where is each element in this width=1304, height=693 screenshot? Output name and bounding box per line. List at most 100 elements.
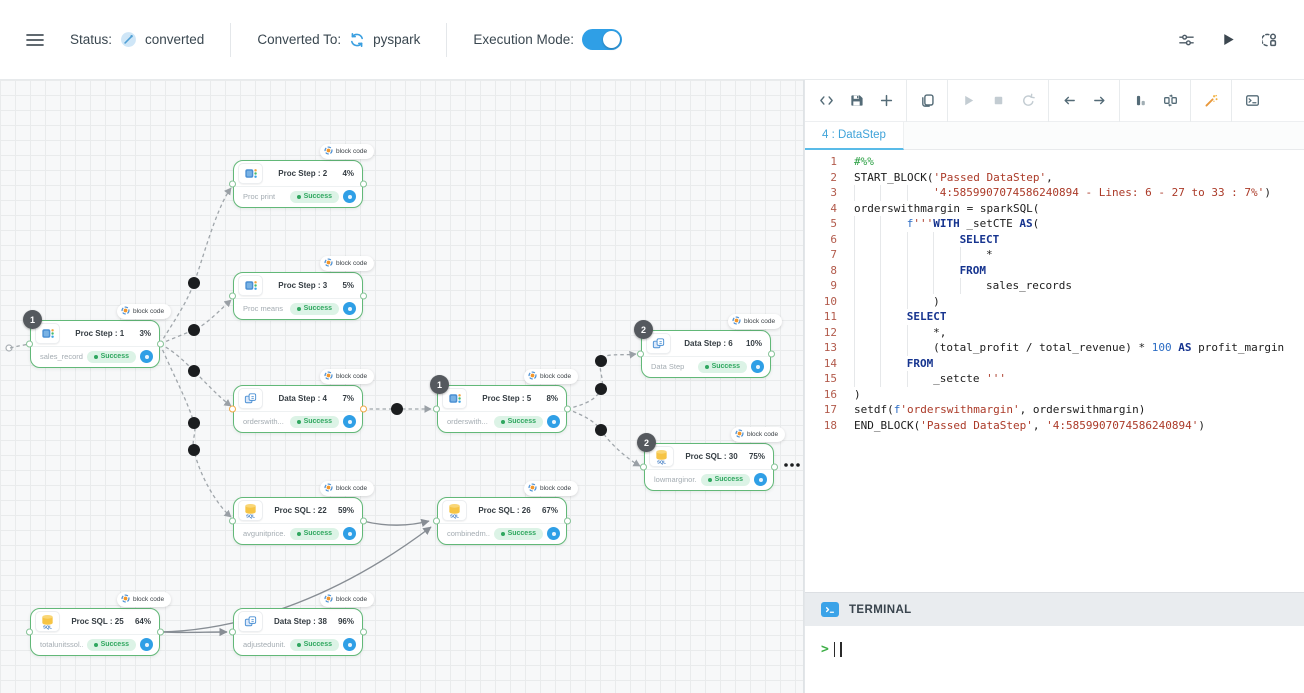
run-icon[interactable]: [1221, 32, 1236, 47]
execution-mode-label: Execution Mode:: [473, 32, 574, 47]
code-text: SELECT: [854, 309, 947, 325]
graph-node[interactable]: block codeSQLProc SQL : 2667%combinedm..…: [437, 497, 567, 545]
node-info-button[interactable]: [751, 360, 764, 373]
block-code-badge[interactable]: block code: [117, 592, 171, 607]
wand-icon[interactable]: [1196, 80, 1226, 122]
node-footer: combinedm...Success: [438, 524, 566, 543]
add-icon[interactable]: [871, 80, 901, 122]
node-percent: 64%: [135, 617, 151, 626]
graph-node[interactable]: block code2Data Step : 610%Data StepSucc…: [641, 330, 771, 378]
layout-icon[interactable]: [1262, 32, 1278, 48]
output-handle[interactable]: [771, 464, 778, 471]
graph-node[interactable]: block code1Proc Step : 58%orderswith...S…: [437, 385, 567, 433]
hamburger-menu-icon[interactable]: [26, 33, 44, 47]
code-token: WITH: [933, 217, 960, 230]
status-badge: Success: [701, 474, 750, 486]
block-code-icon: [324, 594, 333, 605]
terminal-header[interactable]: TERMINAL: [805, 592, 1304, 626]
input-handle[interactable]: [229, 293, 236, 300]
arrow-right-icon[interactable]: [1084, 80, 1114, 122]
input-handle[interactable]: [433, 406, 440, 413]
chart-icon[interactable]: [1125, 80, 1155, 122]
block-code-label: block code: [336, 596, 367, 603]
node-info-button[interactable]: [343, 302, 356, 315]
code-editor[interactable]: 1#%%2START_BLOCK('Passed DataStep',3'4:5…: [805, 150, 1304, 592]
node-info-button[interactable]: [343, 527, 356, 540]
indent-guide: [854, 185, 880, 201]
output-handle[interactable]: [564, 518, 571, 525]
block-code-badge[interactable]: block code: [320, 256, 374, 271]
node-info-button[interactable]: [343, 190, 356, 203]
code-icon[interactable]: [811, 80, 841, 122]
status-label: Success: [304, 193, 332, 200]
output-handle[interactable]: [768, 351, 775, 358]
code-token: FROM: [907, 357, 934, 370]
output-handle[interactable]: [157, 341, 164, 348]
node-info-button[interactable]: [140, 350, 153, 363]
input-handle[interactable]: [229, 629, 236, 636]
output-handle[interactable]: [564, 406, 571, 413]
graph-node[interactable]: block codeSQLProc SQL : 2259%avgunitpric…: [233, 497, 363, 545]
indent-guide: [907, 247, 933, 263]
block-code-badge[interactable]: block code: [320, 369, 374, 384]
indent-guide: [880, 216, 906, 232]
block-code-badge[interactable]: block code: [320, 144, 374, 159]
graph-node[interactable]: block codeSQLProc SQL : 2564%totalunitss…: [30, 608, 160, 656]
graph-node[interactable]: block codeProc Step : 35%Proc meansSucce…: [233, 272, 363, 320]
graph-node[interactable]: block code1Proc Step : 13%sales_recordsS…: [30, 320, 160, 368]
graph-node[interactable]: block codeData Step : 47%orderswith...Su…: [233, 385, 363, 433]
block-code-badge[interactable]: block code: [117, 304, 171, 319]
node-footer: orderswith...Success: [438, 412, 566, 431]
node-info-button[interactable]: [754, 473, 767, 486]
block-code-badge[interactable]: block code: [524, 481, 578, 496]
output-handle[interactable]: [360, 181, 367, 188]
status-dot-icon: [297, 420, 301, 424]
block-code-badge[interactable]: block code: [320, 481, 374, 496]
output-handle[interactable]: [360, 629, 367, 636]
tab-datastep[interactable]: 4 : DataStep: [805, 122, 904, 150]
input-handle[interactable]: [229, 406, 236, 413]
terminal-input-area[interactable]: >: [805, 626, 1304, 693]
block-code-badge[interactable]: block code: [320, 592, 374, 607]
execution-mode-toggle[interactable]: [582, 29, 622, 50]
output-handle[interactable]: [157, 629, 164, 636]
graph-node[interactable]: block codeProc Step : 24%Proc printSucce…: [233, 160, 363, 208]
block-code-badge[interactable]: block code: [524, 369, 578, 384]
input-handle[interactable]: [229, 518, 236, 525]
input-handle[interactable]: [637, 351, 644, 358]
code-text: '4:5859907074586240894 - Lines: 6 - 27 t…: [854, 185, 1271, 201]
node-info-button[interactable]: [547, 527, 560, 540]
code-line: 2START_BLOCK('Passed DataStep',: [805, 170, 1304, 186]
node-header: Data Step : 47%: [234, 386, 362, 412]
node-info-button[interactable]: [343, 415, 356, 428]
output-handle[interactable]: [360, 293, 367, 300]
node-type-icon: [238, 163, 263, 184]
node-title: Data Step : 38: [266, 617, 335, 626]
input-handle[interactable]: [26, 629, 33, 636]
graph-node[interactable]: block codeData Step : 3896%adjustedunit.…: [233, 608, 363, 656]
input-handle[interactable]: [640, 464, 647, 471]
graph-canvas[interactable]: block codeProc Step : 24%Proc printSucce…: [0, 80, 804, 693]
indent-guide: [907, 340, 933, 356]
code-line: 17setdf(f'orderswithmargin', orderswithm…: [805, 402, 1304, 418]
save-icon[interactable]: [841, 80, 871, 122]
node-info-button[interactable]: [343, 638, 356, 651]
copy-icon[interactable]: [912, 80, 942, 122]
terminal-icon[interactable]: [1237, 80, 1267, 122]
status-dot-icon: [297, 195, 301, 199]
swap-icon[interactable]: [1155, 80, 1185, 122]
node-info-button[interactable]: [140, 638, 153, 651]
block-code-badge[interactable]: block code: [728, 314, 782, 329]
input-handle[interactable]: [229, 181, 236, 188]
status-badge: Success: [290, 191, 339, 203]
input-handle[interactable]: [433, 518, 440, 525]
filter-icon[interactable]: [1178, 32, 1195, 48]
output-handle[interactable]: [360, 406, 367, 413]
block-code-badge[interactable]: block code: [731, 427, 785, 442]
code-token: 'Passed DataStep': [933, 171, 1046, 184]
arrow-left-icon[interactable]: [1054, 80, 1084, 122]
graph-node[interactable]: block code2SQLProc SQL : 3075%lowmargino…: [644, 443, 774, 491]
input-handle[interactable]: [26, 341, 33, 348]
output-handle[interactable]: [360, 518, 367, 525]
node-info-button[interactable]: [547, 415, 560, 428]
